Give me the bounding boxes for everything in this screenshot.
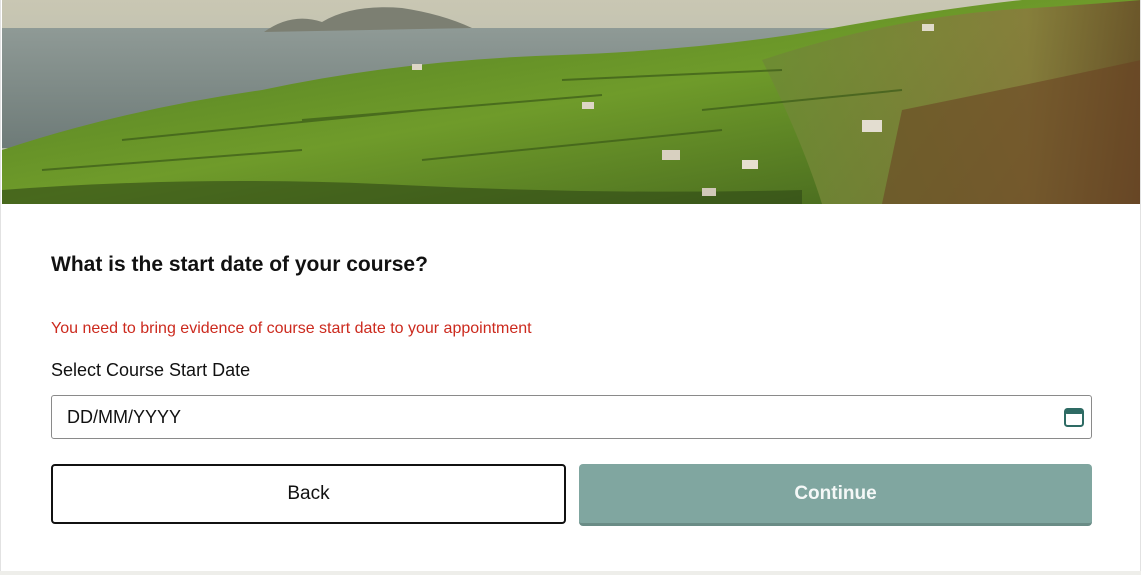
page-question: What is the start date of your course? <box>51 253 428 276</box>
form-card: What is the start date of your course? Y… <box>0 0 1141 571</box>
back-button[interactable]: Back <box>51 464 566 524</box>
calendar-icon[interactable] <box>1063 406 1085 428</box>
course-start-date-label: Select Course Start Date <box>51 360 251 380</box>
hero-landscape-image <box>2 0 1140 204</box>
evidence-notice: You need to bring evidence of course sta… <box>51 320 532 337</box>
course-start-date-input[interactable]: DD/MM/YYYY <box>51 395 1092 439</box>
continue-button[interactable]: Continue <box>579 464 1092 526</box>
date-placeholder: DD/MM/YYYY <box>67 407 182 427</box>
